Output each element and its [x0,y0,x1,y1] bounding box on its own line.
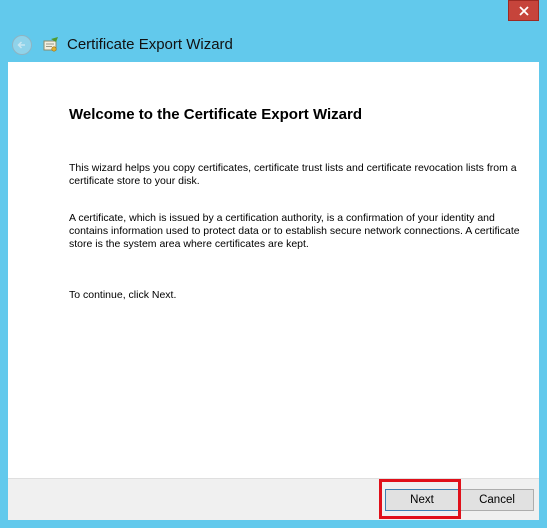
next-button[interactable]: Next [385,489,459,511]
close-button[interactable] [508,0,539,21]
back-button[interactable] [12,35,32,55]
continue-instruction: To continue, click Next. [69,289,177,301]
cancel-button[interactable]: Cancel [460,489,534,511]
wizard-window: Certificate Export Wizard Welcome to the… [0,0,547,528]
title-bar: Certificate Export Wizard [0,0,547,62]
page-heading: Welcome to the Certificate Export Wizard [69,106,362,123]
window-title: Certificate Export Wizard [67,36,233,53]
back-arrow-icon [17,41,25,49]
certificate-wizard-icon [43,37,58,52]
close-icon [518,5,529,16]
wizard-content: Welcome to the Certificate Export Wizard… [8,62,539,478]
certificate-description-paragraph: A certificate, which is issued by a cert… [69,212,520,250]
intro-paragraph: This wizard helps you copy certificates,… [69,162,517,187]
